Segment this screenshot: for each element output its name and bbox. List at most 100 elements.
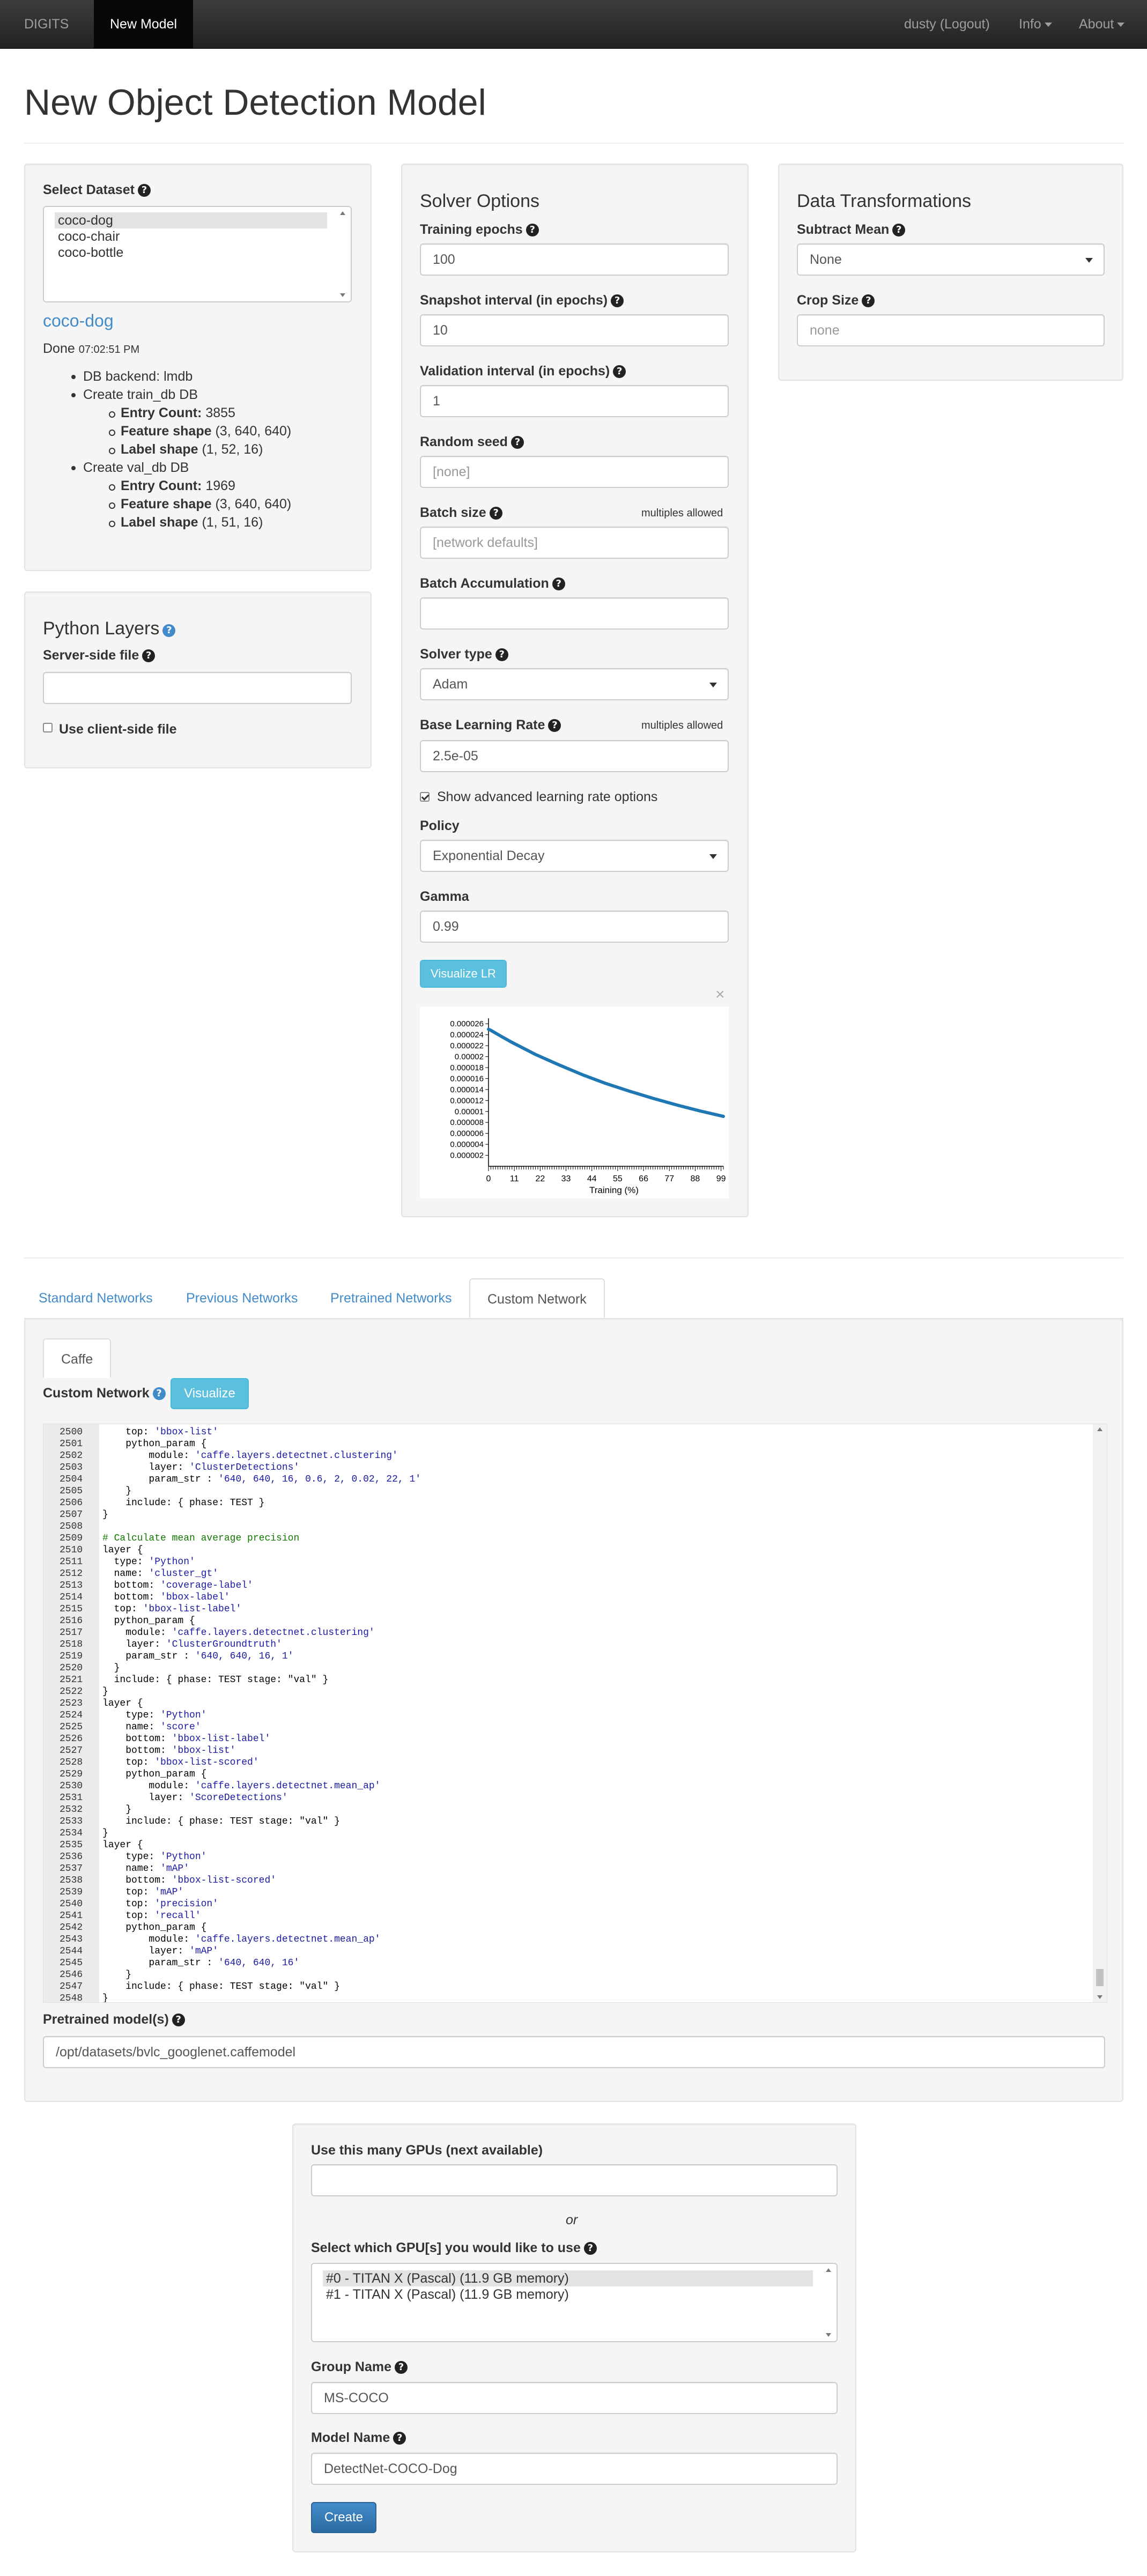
policy-select[interactable]: Exponential Decay	[420, 840, 729, 872]
visualize-network-button[interactable]: Visualize	[171, 1378, 249, 1409]
create-button[interactable]: Create	[311, 2502, 376, 2533]
help-icon[interactable]: ?	[552, 578, 565, 590]
help-icon[interactable]: ?	[892, 224, 906, 236]
select-dataset-label-text: Select Dataset	[43, 182, 135, 197]
line-number: 2541	[60, 1911, 83, 1921]
code-text: name: 'score'	[102, 1722, 201, 1733]
entry-count-value: 1969	[205, 478, 235, 493]
policy-label: Policy	[420, 818, 460, 833]
tab-custom-network[interactable]: Custom Network	[469, 1278, 605, 1318]
help-icon[interactable]: ?	[152, 1387, 166, 1400]
lr-series-line	[487, 1027, 725, 1118]
dataset-listbox[interactable]: coco-dog coco-chair coco-bottle	[43, 206, 352, 302]
divider	[24, 143, 1123, 144]
help-icon[interactable]: ?	[162, 624, 176, 637]
pretrained-model-input[interactable]: /opt/datasets/bvlc_googlenet.caffemodel	[43, 2036, 1105, 2068]
scrollbar[interactable]	[1093, 1424, 1107, 2002]
help-icon[interactable]: ?	[495, 648, 508, 661]
help-icon[interactable]: ?	[172, 2014, 185, 2026]
validation-interval-input[interactable]: 1	[420, 385, 729, 417]
scrollbar[interactable]	[822, 2265, 835, 2340]
help-icon[interactable]: ?	[510, 436, 524, 449]
y-tick-label: 0.000008	[450, 1118, 484, 1127]
help-icon[interactable]: ?	[583, 2242, 597, 2255]
dataset-name-link[interactable]: coco-dog	[43, 311, 114, 331]
tab-pretrained-networks[interactable]: Pretrained Networks	[313, 1278, 469, 1318]
help-icon[interactable]: ?	[137, 184, 151, 197]
line-number: 2519	[60, 1651, 83, 1662]
server-side-file-input[interactable]	[43, 672, 352, 704]
help-icon[interactable]: ?	[395, 2361, 408, 2374]
gpu-option[interactable]: #0 - TITAN X (Pascal) (11.9 GB memory)	[323, 2270, 813, 2286]
group-name-input[interactable]: MS-COCO	[311, 2382, 838, 2414]
batch-size-input[interactable]: [network defaults]	[420, 527, 729, 559]
gpu-select-label: Select which GPU[s] you would like to us…	[311, 2240, 597, 2256]
scroll-up-icon[interactable]	[1097, 1427, 1102, 1431]
help-icon[interactable]: ?	[142, 649, 156, 662]
model-name-input[interactable]: DetectNet-COCO-Dog	[311, 2453, 838, 2485]
code-text: bottom: 'bbox-list-scored'	[102, 1875, 277, 1886]
subtract-mean-select[interactable]: None	[797, 243, 1105, 276]
brand-link[interactable]: DIGITS	[24, 0, 69, 49]
batch-accumulation-label-text: Batch Accumulation	[420, 576, 549, 591]
line-number: 2534	[60, 1828, 83, 1839]
dataset-option[interactable]: coco-bottle	[55, 245, 327, 261]
tab-caffe[interactable]: Caffe	[43, 1338, 112, 1378]
visualize-lr-button[interactable]: Visualize LR	[420, 960, 507, 988]
help-icon[interactable]: ?	[613, 365, 626, 378]
help-icon[interactable]: ?	[393, 2432, 406, 2445]
help-icon[interactable]: ?	[862, 294, 875, 307]
nav-new-model[interactable]: New Model	[94, 0, 194, 49]
code-text: }	[102, 1663, 120, 1674]
feature-shape-value: (3, 640, 640)	[215, 497, 292, 512]
tab-standard-networks[interactable]: Standard Networks	[21, 1278, 170, 1318]
scroll-down-icon[interactable]	[1097, 1995, 1102, 1999]
tab-previous-networks[interactable]: Previous Networks	[169, 1278, 315, 1318]
help-icon[interactable]: ?	[548, 719, 561, 732]
training-epochs-input[interactable]: 100	[420, 243, 729, 276]
y-tick-label: 0.000014	[450, 1085, 484, 1094]
close-icon[interactable]: ×	[715, 986, 725, 1004]
code-text: # Calculate mean average precision	[102, 1533, 300, 1544]
client-side-file-checkbox[interactable]	[43, 723, 53, 732]
help-icon[interactable]: ?	[526, 224, 539, 236]
code-editor[interactable]: 2500 top: 'bbox-list' 2501 python_param {…	[43, 1424, 1107, 2003]
gpu-option[interactable]: #1 - TITAN X (Pascal) (11.9 GB memory)	[323, 2286, 813, 2303]
base-lr-input[interactable]: 2.5e-05	[420, 740, 729, 772]
line-number: 2520	[60, 1663, 83, 1674]
help-icon[interactable]: ?	[489, 507, 502, 520]
nav-info[interactable]: Info	[1019, 0, 1052, 49]
list-item: Feature shape (3, 640, 640)	[108, 424, 291, 439]
subtract-mean-label-text: Subtract Mean	[797, 222, 890, 237]
dataset-option[interactable]: coco-chair	[55, 228, 327, 245]
scroll-up-icon[interactable]	[340, 211, 345, 215]
batch-accumulation-input[interactable]	[420, 597, 729, 630]
code-text: layer: 'ScoreDetections'	[102, 1793, 288, 1803]
gpu-listbox[interactable]: #0 - TITAN X (Pascal) (11.9 GB memory) #…	[311, 2263, 838, 2342]
advanced-lr-checkbox[interactable]	[420, 792, 430, 802]
snapshot-interval-input[interactable]: 10	[420, 314, 729, 346]
gpu-count-input[interactable]	[311, 2164, 838, 2196]
x-tick-label: 88	[691, 1174, 700, 1183]
scrollbar-thumb[interactable]	[1096, 1969, 1104, 1986]
code-text: }	[102, 1804, 132, 1815]
nav-about[interactable]: About	[1079, 0, 1125, 49]
solver-type-select[interactable]: Adam	[420, 668, 729, 700]
dataset-option[interactable]: coco-dog	[55, 212, 327, 228]
random-seed-input[interactable]: [none]	[420, 456, 729, 488]
scroll-up-icon[interactable]	[826, 2268, 831, 2272]
nav-user-logout[interactable]: dusty (Logout)	[904, 0, 990, 49]
nav-info-label: Info	[1019, 17, 1041, 32]
dataset-status-text: Done	[43, 341, 75, 356]
scroll-down-icon[interactable]	[826, 2333, 831, 2337]
help-icon[interactable]: ?	[611, 294, 624, 307]
group-name-label-text: Group Name	[311, 2359, 392, 2374]
chevron-down-icon	[1044, 23, 1052, 27]
batch-accumulation-label: Batch Accumulation?	[420, 576, 565, 591]
line-number: 2517	[60, 1627, 83, 1638]
crop-size-input[interactable]: none	[797, 314, 1105, 346]
gamma-input[interactable]: 0.99	[420, 911, 729, 943]
line-number: 2527	[60, 1745, 83, 1756]
scroll-down-icon[interactable]	[340, 293, 345, 297]
scrollbar[interactable]	[336, 208, 350, 300]
